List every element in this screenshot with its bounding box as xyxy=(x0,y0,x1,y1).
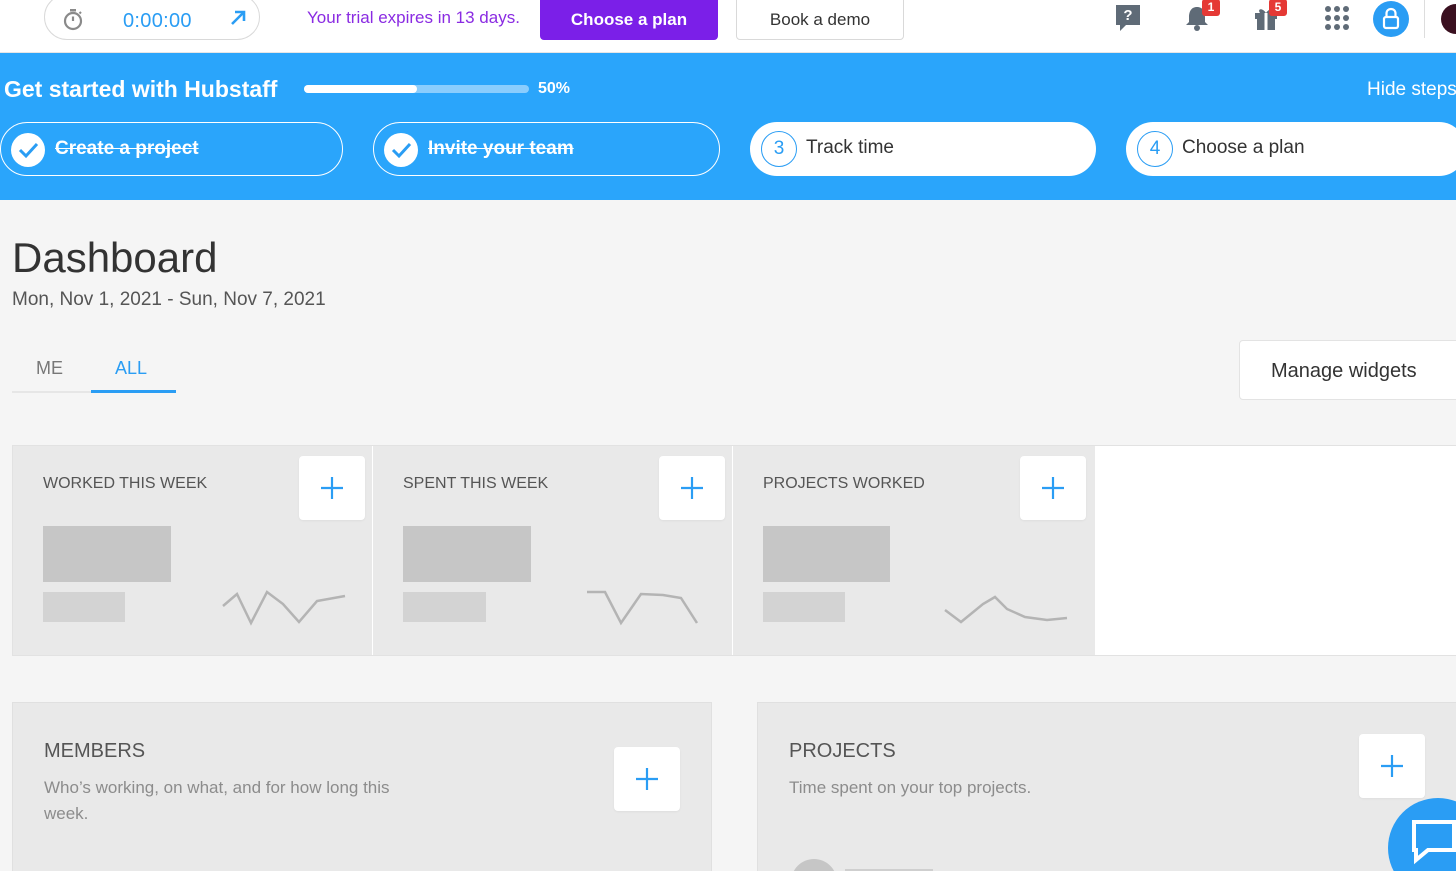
widget-spent-this-week: SPENT THIS WEEK xyxy=(373,446,732,655)
plus-icon xyxy=(636,768,658,790)
widget-label: WORKED THIS WEEK xyxy=(43,475,208,492)
widget-worked-this-week: WORKED THIS WEEK xyxy=(13,446,372,655)
notifications-badge: 1 xyxy=(1202,0,1220,16)
plus-icon xyxy=(681,477,703,499)
sparkline-placeholder xyxy=(944,595,1068,624)
placeholder-subvalue xyxy=(403,592,486,622)
panel-description: Who’s working, on what, and for how long… xyxy=(44,778,390,823)
sparkline-placeholder xyxy=(222,590,346,626)
step-label: Track time xyxy=(806,137,894,158)
sparkline-placeholder xyxy=(587,590,699,626)
step-label: Invite your team xyxy=(428,138,574,159)
progress-percent: 50% xyxy=(538,80,571,97)
top-bar: 0:00:00 Your trial expires in 13 days. C… xyxy=(0,0,1456,53)
step-create-project[interactable]: Create a project xyxy=(0,122,343,176)
trial-notice: Your trial expires in 13 days. xyxy=(307,8,520,27)
placeholder-subvalue xyxy=(43,592,125,622)
widget-label: SPENT THIS WEEK xyxy=(403,475,549,492)
hide-steps-link[interactable]: Hide steps xyxy=(1367,79,1456,101)
expand-arrow-icon[interactable] xyxy=(227,7,249,34)
add-members-widget-button[interactable] xyxy=(614,747,680,811)
chat-icon xyxy=(1412,820,1456,865)
choose-plan-button[interactable]: Choose a plan xyxy=(540,0,718,40)
widget-label: PROJECTS WORKED xyxy=(763,475,925,492)
topbar-divider xyxy=(1424,0,1425,38)
placeholder-subvalue xyxy=(763,592,845,622)
step-label: Create a project xyxy=(55,138,199,159)
widget-projects-worked: PROJECTS WORKED xyxy=(733,446,1095,655)
organization-avatar[interactable] xyxy=(1441,4,1456,34)
plus-icon xyxy=(1381,755,1403,777)
user-avatar-icon[interactable] xyxy=(1373,1,1409,37)
step-number: 4 xyxy=(1137,131,1173,167)
tab-all[interactable]: ALL xyxy=(115,358,147,379)
step-choose-plan[interactable]: 4 Choose a plan xyxy=(1126,122,1456,176)
checkmark-icon xyxy=(384,133,418,167)
step-invite-team[interactable]: Invite your team xyxy=(373,122,720,176)
placeholder-value xyxy=(763,526,890,582)
plus-icon xyxy=(1042,477,1064,499)
tab-me[interactable]: ME xyxy=(36,358,63,379)
placeholder-value xyxy=(403,526,531,582)
apps-grid-icon[interactable] xyxy=(1322,3,1352,33)
page-title: Dashboard xyxy=(12,234,218,281)
onboarding-progress-bar xyxy=(304,85,529,93)
step-number: 3 xyxy=(761,131,797,167)
progress-fill xyxy=(304,85,417,93)
manage-widgets-button[interactable]: Manage widgets xyxy=(1239,340,1456,400)
placeholder-value xyxy=(43,526,171,582)
projects-widget: PROJECTS Time spent on your top projects… xyxy=(757,702,1456,871)
onboarding-banner: Get started with Hubstaff 50% Hide steps… xyxy=(0,53,1456,200)
onboarding-title: Get started with Hubstaff xyxy=(4,76,278,102)
add-projects-widget-button[interactable] xyxy=(1359,734,1425,798)
view-tabs: ME ALL xyxy=(12,346,176,393)
members-widget: MEMBERS Who’s working, on what, and for … xyxy=(12,702,712,871)
add-widget-button[interactable] xyxy=(299,456,365,520)
stopwatch-icon[interactable] xyxy=(61,7,85,36)
stat-widgets-row: WORKED THIS WEEK SPENT THIS WEEK PROJECT… xyxy=(12,445,1456,656)
placeholder-avatar xyxy=(791,859,837,871)
panel-title: MEMBERS xyxy=(44,740,146,762)
add-widget-button[interactable] xyxy=(1020,456,1086,520)
gifts-badge: 5 xyxy=(1269,0,1287,16)
date-range: Mon, Nov 1, 2021 - Sun, Nov 7, 2021 xyxy=(12,289,326,310)
plus-icon xyxy=(321,477,343,499)
step-label: Choose a plan xyxy=(1182,137,1305,158)
checkmark-icon xyxy=(11,133,45,167)
panel-description: Time spent on your top projects. xyxy=(789,778,1032,797)
timer-value: 0:00:00 xyxy=(123,10,192,32)
timer-widget[interactable]: 0:00:00 xyxy=(44,0,260,40)
step-track-time[interactable]: 3 Track time xyxy=(750,122,1096,176)
panel-title: PROJECTS xyxy=(789,740,896,762)
svg-text:?: ? xyxy=(1123,7,1132,24)
book-demo-button[interactable]: Book a demo xyxy=(736,0,904,40)
help-icon[interactable]: ? xyxy=(1114,3,1144,33)
gift-icon[interactable]: 5 xyxy=(1252,0,1287,33)
add-widget-button[interactable] xyxy=(659,456,725,520)
active-tab-indicator xyxy=(91,390,176,393)
bell-icon[interactable]: 1 xyxy=(1183,0,1220,33)
